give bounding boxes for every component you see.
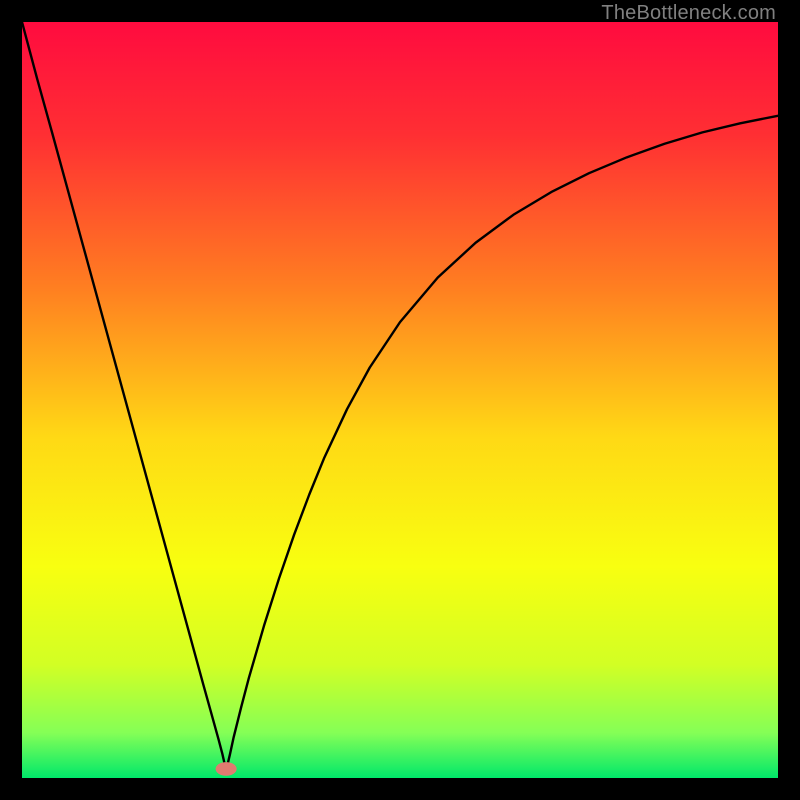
chart-frame [22, 22, 778, 778]
gradient-bg [22, 22, 778, 778]
vertex-marker [216, 762, 237, 776]
watermark-text: TheBottleneck.com [601, 2, 776, 25]
bottleneck-chart [22, 22, 778, 778]
